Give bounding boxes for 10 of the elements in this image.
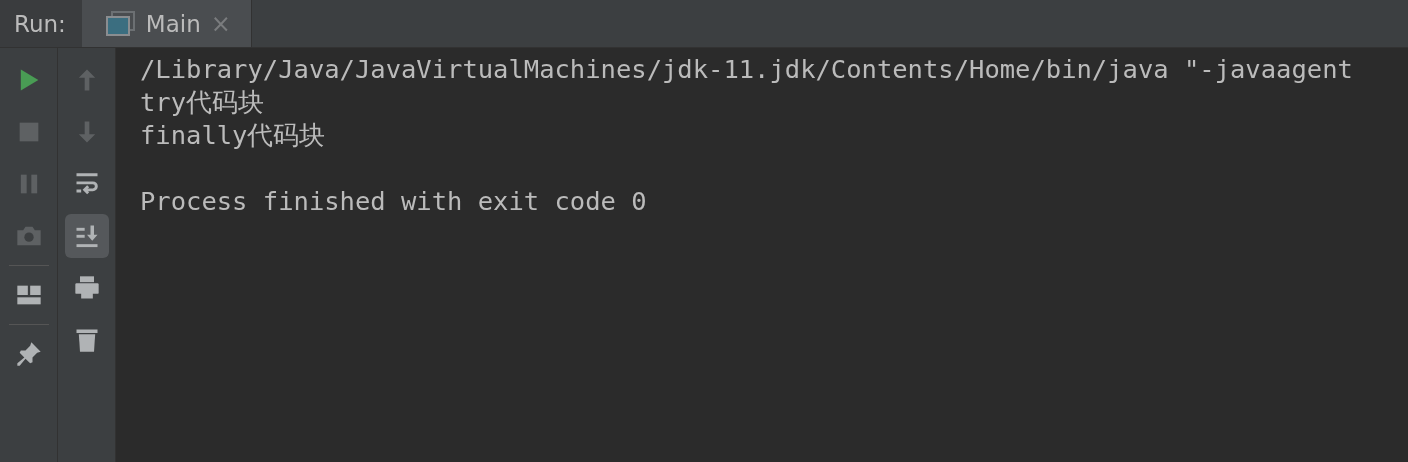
- printer-icon: [72, 274, 101, 302]
- console-line: Process finished with exit code 0: [140, 185, 648, 218]
- window-icon: [105, 10, 136, 37]
- pin-icon: [14, 340, 43, 368]
- main-tab[interactable]: Main ×: [81, 0, 252, 47]
- console-line: finally代码块: [140, 119, 327, 152]
- scroll-end-button[interactable]: [64, 214, 109, 258]
- console-line: /Library/Java/JavaVirtualMachines/jdk-11.jdk/Contents/Home/bin/java "-javaagent: [140, 53, 1354, 86]
- console-line: try代码块: [140, 86, 266, 119]
- tab-label: Main: [145, 10, 201, 37]
